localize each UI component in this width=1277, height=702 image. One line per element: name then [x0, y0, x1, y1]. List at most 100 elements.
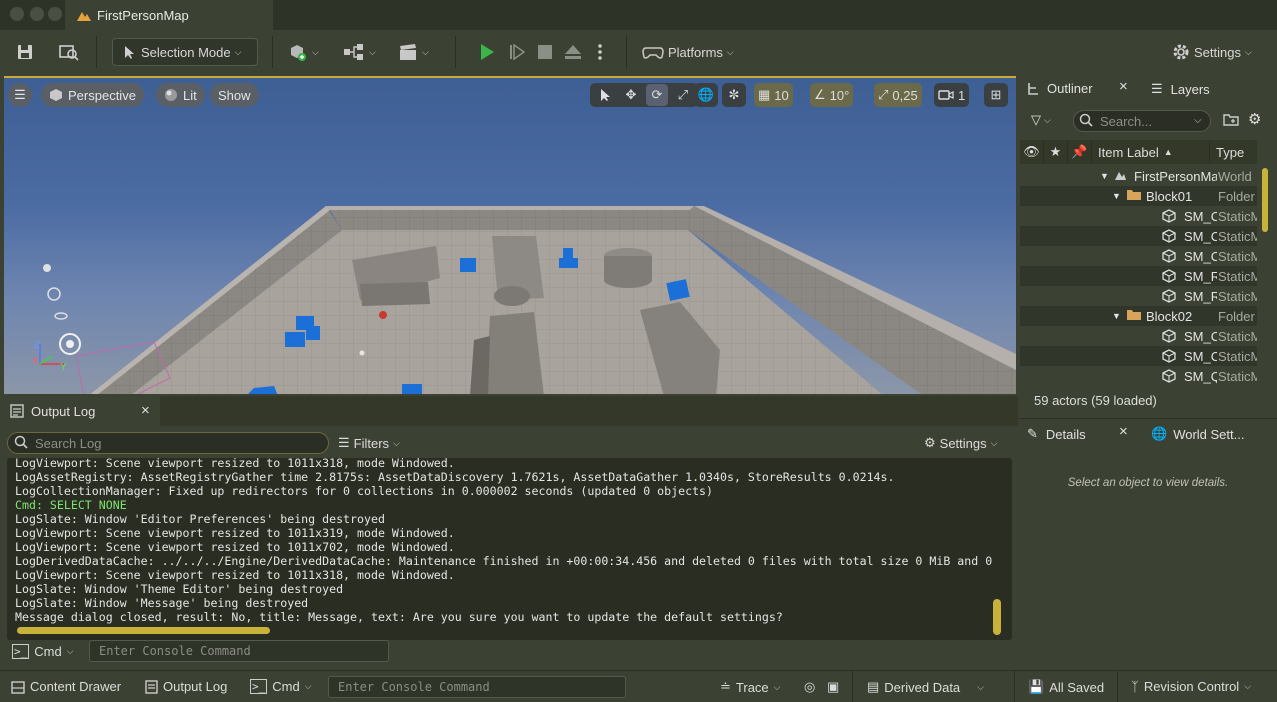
scale-tool-button[interactable]: ⤢ — [672, 84, 694, 106]
item-label-column-header[interactable]: Item Label ▲ — [1092, 140, 1210, 164]
close-icon[interactable]: × — [141, 402, 150, 419]
outliner-row-type: StaticMesh — [1218, 269, 1257, 284]
browse-button[interactable] — [58, 38, 80, 66]
outliner-search-input[interactable]: Search... ⌵ — [1073, 110, 1211, 132]
eject-button[interactable] — [564, 38, 582, 66]
level-viewport[interactable]: Z X Y ☰ Perspective Lit Show ✥ ⟳ ⤢ 🌐 ✼ ▦… — [4, 76, 1016, 394]
outliner-row[interactable]: SM_CubeStaticMesh — [1020, 226, 1257, 246]
record-trace-button[interactable]: ◎ — [804, 679, 815, 695]
visibility-column-header[interactable]: 👁 — [1020, 140, 1044, 164]
selection-mode-dropdown[interactable]: Selection Mode ⌵ — [112, 38, 258, 66]
outliner-row[interactable]: SM_CubeStaticMesh — [1020, 346, 1257, 366]
output-log-tab[interactable]: Output Log × — [0, 396, 160, 426]
log-lines: LogViewport: Scene viewport resized to 1… — [7, 458, 995, 624]
revision-control-dropdown[interactable]: ᛉ Revision Control ⌵ — [1131, 679, 1251, 694]
log-text-area[interactable]: LogViewport: Scene viewport resized to 1… — [7, 458, 1012, 640]
grid-snap-value: 10 — [774, 87, 789, 103]
save-button[interactable] — [16, 38, 34, 66]
log-line: LogSlate: Window 'Theme Editor' being de… — [15, 582, 344, 596]
outliner-row[interactable]: SM_QuadStaticMesh — [1020, 366, 1257, 386]
filters-dropdown[interactable]: ☰ Filters ⌵ — [338, 435, 400, 451]
outliner-tab[interactable]: Outliner — [1027, 81, 1093, 96]
stop-button[interactable] — [537, 38, 553, 66]
cinematics-button[interactable]: ⌵ — [398, 38, 429, 66]
scale-snap-toggle[interactable]: ⤢ 0,25 — [874, 83, 922, 107]
log-vertical-scrollbar[interactable] — [993, 599, 1001, 635]
chevron-down-icon: ⌵ — [312, 46, 319, 57]
window-maximize-button[interactable] — [48, 7, 62, 21]
window-close-button[interactable] — [10, 7, 24, 21]
rotate-tool-button[interactable]: ⟳ — [646, 84, 668, 106]
add-folder-icon[interactable] — [1223, 112, 1239, 126]
outliner-row-type: StaticMesh — [1218, 209, 1257, 224]
outliner-row[interactable]: SM_RampStaticMesh — [1020, 266, 1257, 286]
viewport-layout-button[interactable]: ⊞ — [984, 83, 1008, 107]
add-actor-button[interactable]: ⌵ — [288, 38, 319, 66]
cube-icon — [1162, 369, 1176, 383]
window-minimize-button[interactable] — [30, 7, 44, 21]
layers-tab[interactable]: ☰ Layers — [1151, 81, 1210, 97]
pin-column-header[interactable]: 📌 — [1068, 140, 1092, 164]
rotation-snap-toggle[interactable]: ∠ 10° — [810, 83, 854, 107]
close-icon[interactable]: × — [1119, 423, 1128, 440]
outliner-row[interactable]: ▼ FirstPersonMap World — [1020, 166, 1257, 186]
blueprints-button[interactable]: ⌵ — [343, 38, 376, 66]
favorites-column-header[interactable]: ★ — [1044, 140, 1068, 164]
outliner-row[interactable]: ▼ Block01 Folder — [1020, 186, 1257, 206]
show-dropdown[interactable]: Show — [210, 83, 259, 107]
all-saved-button[interactable]: 💾 All Saved — [1028, 679, 1104, 695]
chevron-down-icon: ⌵ — [1244, 681, 1252, 691]
derived-data-dropdown[interactable]: ▤ Derived Data ⌵ — [867, 679, 984, 695]
play-options-button[interactable] — [597, 38, 603, 66]
select-tool-button[interactable] — [594, 84, 616, 106]
translate-tool-button[interactable]: ✥ — [620, 84, 642, 106]
log-horizontal-scrollbar[interactable] — [17, 627, 270, 634]
outliner-row[interactable]: SM_CubeStaticMesh — [1020, 246, 1257, 266]
layers-icon: ☰ — [1151, 81, 1163, 96]
search-log-input[interactable]: Search Log — [7, 432, 329, 454]
outliner-row-type: World — [1218, 169, 1252, 184]
platforms-dropdown[interactable]: Platforms ⌵ — [642, 38, 734, 66]
expand-arrow-icon[interactable]: ▼ — [1112, 311, 1121, 321]
advance-frame-button[interactable] — [508, 38, 526, 66]
log-line: LogAssetRegistry: AssetRegistryGather ti… — [15, 470, 895, 484]
outliner-filter-dropdown[interactable]: ▽ ⌵ — [1031, 112, 1051, 128]
outliner-row-label: SM_Ramp — [1184, 289, 1217, 304]
view-mode-dropdown[interactable]: Lit — [156, 83, 205, 107]
document-tab[interactable]: FirstPersonMap — [65, 0, 273, 30]
world-local-toggle[interactable]: 🌐 — [694, 83, 718, 107]
status-console-input[interactable]: Enter Console Command — [328, 676, 626, 698]
outliner-row[interactable]: ▼ Block02 Folder — [1020, 306, 1257, 326]
outliner-row[interactable]: SM_RampStaticMesh — [1020, 286, 1257, 306]
trace-dropdown[interactable]: ≐ Trace ⌵ — [720, 679, 780, 695]
grid-snap-toggle[interactable]: ▦ 10 — [754, 83, 793, 107]
details-tab[interactable]: ✎ Details — [1027, 426, 1086, 442]
gear-icon[interactable]: ⚙ — [1248, 110, 1261, 128]
surface-snapping-toggle[interactable]: ✼ — [722, 83, 746, 107]
status-output-log-button[interactable]: Output Log — [145, 679, 227, 694]
perspective-dropdown[interactable]: Perspective — [41, 83, 144, 107]
console-command-input[interactable]: Enter Console Command — [89, 640, 389, 662]
chevron-down-icon[interactable]: ⌵ — [1194, 115, 1202, 126]
outliner-scrollbar[interactable] — [1262, 168, 1268, 232]
play-icon — [481, 44, 494, 60]
status-cmd-dropdown[interactable]: >_ Cmd ⌵ — [250, 679, 312, 694]
close-icon[interactable]: × — [1119, 78, 1128, 95]
expand-arrow-icon[interactable]: ▼ — [1100, 171, 1109, 181]
camera-speed-button[interactable]: 1 — [934, 83, 970, 107]
type-column-header[interactable]: Type — [1210, 140, 1257, 164]
viewport-menu-button[interactable]: ☰ — [8, 83, 32, 107]
content-drawer-button[interactable]: Content Drawer — [11, 679, 121, 694]
world-settings-tab[interactable]: 🌐 World Sett... — [1151, 426, 1244, 442]
cmd-dropdown[interactable]: >_ Cmd ⌵ — [12, 644, 74, 659]
screenshot-button[interactable]: ▣ — [827, 679, 839, 695]
log-settings-dropdown[interactable]: ⚙ Settings ⌵ — [924, 435, 997, 451]
settings-dropdown[interactable]: Settings ⌵ — [1172, 38, 1252, 66]
play-button[interactable] — [478, 38, 496, 66]
outliner-row-type: StaticMesh — [1218, 369, 1257, 384]
angle-icon: ∠ — [814, 87, 826, 102]
chevron-down-icon: ⌵ — [977, 681, 984, 692]
outliner-row[interactable]: SM_CubeStaticMesh — [1020, 206, 1257, 226]
expand-arrow-icon[interactable]: ▼ — [1112, 191, 1121, 201]
outliner-row[interactable]: SM_CubeStaticMesh — [1020, 326, 1257, 346]
